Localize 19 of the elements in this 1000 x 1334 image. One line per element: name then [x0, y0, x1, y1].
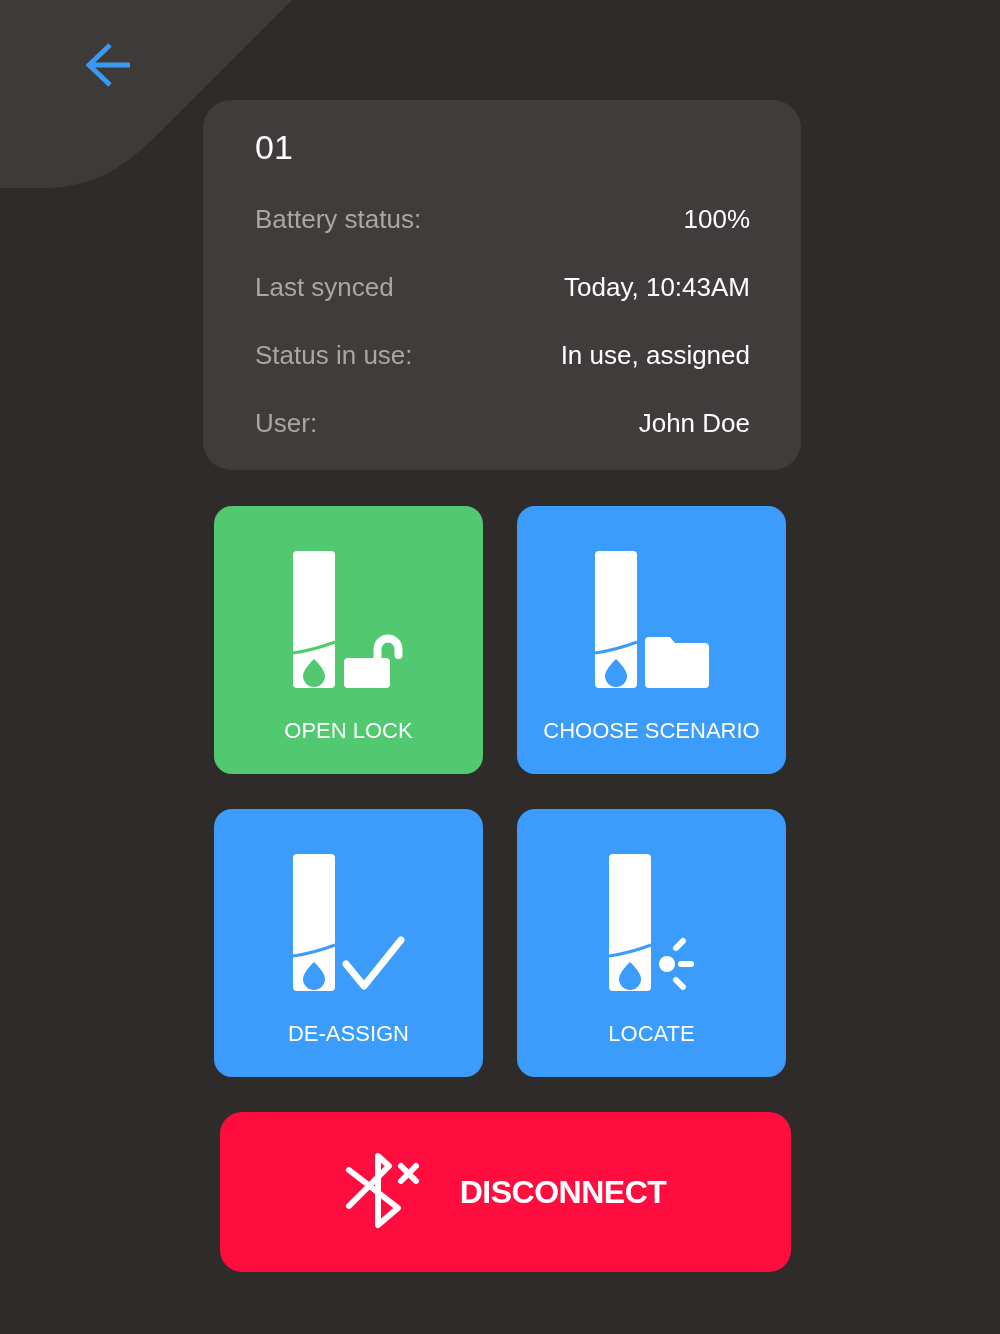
back-icon	[86, 43, 132, 87]
field-label: Status in use:	[255, 339, 413, 371]
field-value: In use, assigned	[560, 339, 750, 371]
action-button[interactable]: OPEN LOCK	[214, 506, 483, 774]
tube-light-icon	[608, 854, 695, 991]
field-value: John Doe	[638, 407, 750, 439]
action-button[interactable]: LOCATE	[517, 809, 786, 1077]
tube-padlock-icon	[292, 551, 405, 688]
tube-checkmark-icon	[292, 854, 405, 991]
action-button[interactable]: CHOOSE SCENARIO	[517, 506, 786, 774]
action-button[interactable]: DE-ASSIGN	[214, 809, 483, 1077]
tube-folder-icon	[594, 551, 709, 688]
disconnect-button[interactable]: DISCONNECT	[219, 1112, 791, 1272]
field-label: User:	[255, 407, 318, 439]
device-number: 01	[255, 127, 294, 168]
field-value: Today, 10:43AM	[564, 271, 750, 303]
field-label: Last synced	[255, 271, 394, 303]
field-value: 100%	[683, 203, 750, 235]
field-label: Battery status:	[255, 203, 422, 235]
